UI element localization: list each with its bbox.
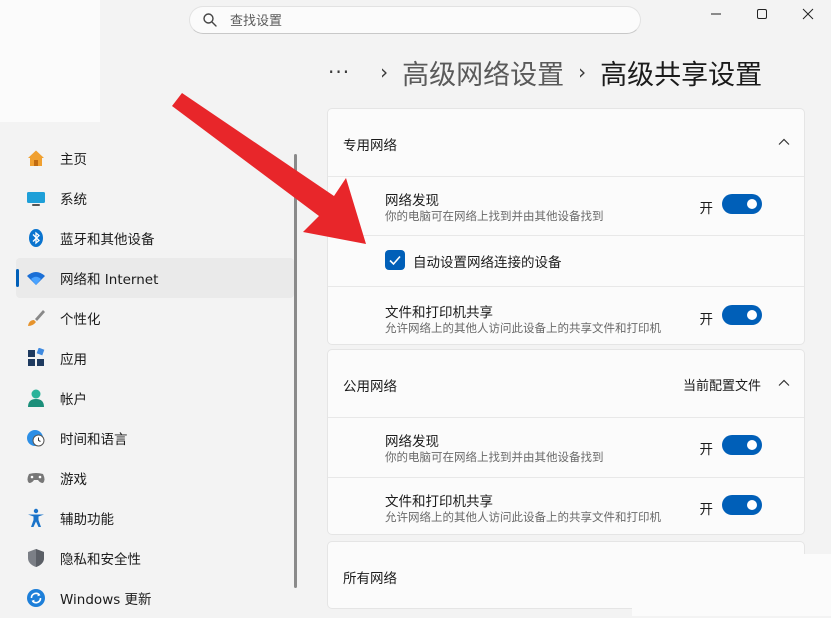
private-file-sharing-state: 开	[699, 312, 714, 328]
sidebar-item-bluetooth[interactable]: 蓝牙和其他设备	[16, 218, 294, 258]
public-discovery-row: 网络发现 你的电脑可在网络上找到并由其他设备找到 开	[328, 417, 804, 477]
public-file-sharing-toggle[interactable]	[722, 495, 762, 515]
sidebar: 主页 系统 蓝牙和其他设备 网络和 Internet 个性化 应用 帐户 时间和…	[16, 138, 294, 618]
sidebar-item-label: 个性化	[60, 312, 101, 328]
private-discovery-row: 网络发现 你的电脑可在网络上找到并由其他设备找到 开	[328, 176, 804, 235]
public-file-sharing-row: 文件和打印机共享 允许网络上的其他人访问此设备上的共享文件和打印机 开	[328, 477, 804, 534]
wifi-icon	[27, 272, 45, 285]
toggle-knob	[747, 310, 757, 320]
shield-icon	[28, 549, 44, 567]
breadcrumb-more-button[interactable]: ···	[328, 60, 350, 84]
private-network-title: 专用网络	[343, 138, 397, 154]
private-file-sharing-subtitle: 允许网络上的其他人访问此设备上的共享文件和打印机	[385, 321, 661, 335]
checkmark-icon	[389, 255, 401, 266]
sidebar-scrollbar[interactable]	[294, 154, 297, 588]
current-profile-label: 当前配置文件	[682, 379, 761, 394]
private-file-sharing-title: 文件和打印机共享	[385, 305, 493, 321]
maximize-icon	[757, 9, 767, 19]
breadcrumb-separator-icon: ›	[380, 60, 389, 84]
sidebar-item-label: 辅助功能	[60, 512, 114, 528]
public-network-panel: 公用网络 当前配置文件 网络发现 你的电脑可在网络上找到并由其他设备找到 开 文…	[327, 349, 805, 535]
public-discovery-title: 网络发现	[385, 434, 439, 450]
apps-icon	[28, 348, 45, 366]
account-icon	[28, 389, 44, 407]
public-file-sharing-subtitle: 允许网络上的其他人访问此设备上的共享文件和打印机	[385, 510, 661, 524]
toggle-knob	[747, 440, 757, 450]
close-icon	[802, 8, 814, 20]
breadcrumb-parent-link[interactable]: 高级网络设置	[402, 53, 564, 92]
sidebar-item-personalization[interactable]: 个性化	[16, 298, 294, 338]
private-discovery-subtitle: 你的电脑可在网络上找到并由其他设备找到	[385, 209, 604, 223]
sidebar-item-label: Windows 更新	[60, 592, 152, 608]
public-discovery-toggle[interactable]	[722, 435, 762, 455]
system-icon	[27, 192, 45, 206]
private-network-panel: 专用网络 网络发现 你的电脑可在网络上找到并由其他设备找到 开 自动设置网络连接…	[327, 108, 805, 345]
breadcrumb-separator-icon: ›	[578, 60, 587, 84]
auto-setup-checkbox[interactable]	[385, 250, 405, 270]
search-input[interactable]	[228, 10, 612, 32]
sidebar-item-label: 网络和 Internet	[60, 272, 159, 288]
auto-setup-label[interactable]: 自动设置网络连接的设备	[413, 251, 562, 271]
close-button[interactable]	[785, 0, 831, 28]
sidebar-item-label: 应用	[60, 352, 87, 368]
maximize-button[interactable]	[739, 0, 785, 28]
public-file-sharing-title: 文件和打印机共享	[385, 494, 493, 510]
accessibility-icon	[28, 508, 44, 527]
windows-update-icon	[27, 589, 45, 607]
public-network-title: 公用网络	[343, 379, 397, 395]
private-discovery-toggle[interactable]	[722, 194, 762, 214]
sidebar-item-label: 帐户	[60, 392, 87, 408]
sidebar-item-apps[interactable]: 应用	[16, 338, 294, 378]
public-discovery-subtitle: 你的电脑可在网络上找到并由其他设备找到	[385, 450, 604, 464]
sidebar-item-windows-update[interactable]: Windows 更新	[16, 578, 294, 618]
all-networks-title: 所有网络	[343, 571, 397, 587]
sidebar-item-home[interactable]: 主页	[16, 138, 294, 178]
chevron-up-icon	[778, 138, 790, 145]
sidebar-item-label: 时间和语言	[60, 432, 128, 448]
sidebar-item-accounts[interactable]: 帐户	[16, 378, 294, 418]
private-file-sharing-row: 文件和打印机共享 允许网络上的其他人访问此设备上的共享文件和打印机 开	[328, 286, 804, 344]
sidebar-item-time-language[interactable]: 时间和语言	[16, 418, 294, 458]
clock-globe-icon	[27, 430, 45, 447]
auto-setup-row: 自动设置网络连接的设备	[328, 235, 804, 286]
public-discovery-state: 开	[699, 442, 714, 458]
page-title: 高级共享设置	[600, 59, 763, 91]
sidebar-item-label: 主页	[60, 152, 87, 168]
private-network-header[interactable]: 专用网络	[328, 109, 804, 176]
chevron-up-icon	[778, 379, 790, 386]
sidebar-item-accessibility[interactable]: 辅助功能	[16, 498, 294, 538]
sidebar-item-system[interactable]: 系统	[16, 178, 294, 218]
search-icon	[203, 13, 217, 27]
sidebar-item-label: 隐私和安全性	[60, 552, 141, 568]
window-left-blank	[0, 0, 100, 122]
sidebar-item-gaming[interactable]: 游戏	[16, 458, 294, 498]
sidebar-item-label: 游戏	[60, 472, 87, 488]
sidebar-item-label: 系统	[60, 192, 87, 208]
breadcrumb: ··· › 高级网络设置 › 高级共享设置	[328, 52, 762, 92]
private-file-sharing-toggle[interactable]	[722, 305, 762, 325]
sidebar-item-network[interactable]: 网络和 Internet	[16, 258, 294, 298]
bottom-right-blank	[632, 554, 831, 616]
sidebar-item-label: 蓝牙和其他设备	[60, 232, 155, 248]
bluetooth-icon	[29, 229, 43, 247]
search-box[interactable]	[189, 6, 641, 34]
toggle-knob	[747, 500, 757, 510]
gamepad-icon	[27, 473, 45, 483]
home-icon	[28, 150, 44, 166]
public-file-sharing-state: 开	[699, 502, 714, 518]
minimize-button[interactable]	[693, 0, 739, 28]
active-indicator	[16, 269, 19, 287]
brush-icon	[28, 310, 45, 326]
minimize-icon	[711, 13, 721, 15]
toggle-knob	[747, 199, 757, 209]
sidebar-item-privacy[interactable]: 隐私和安全性	[16, 538, 294, 578]
private-discovery-state: 开	[699, 201, 714, 217]
public-network-header[interactable]: 公用网络 当前配置文件	[328, 350, 804, 417]
private-discovery-title: 网络发现	[385, 193, 439, 209]
